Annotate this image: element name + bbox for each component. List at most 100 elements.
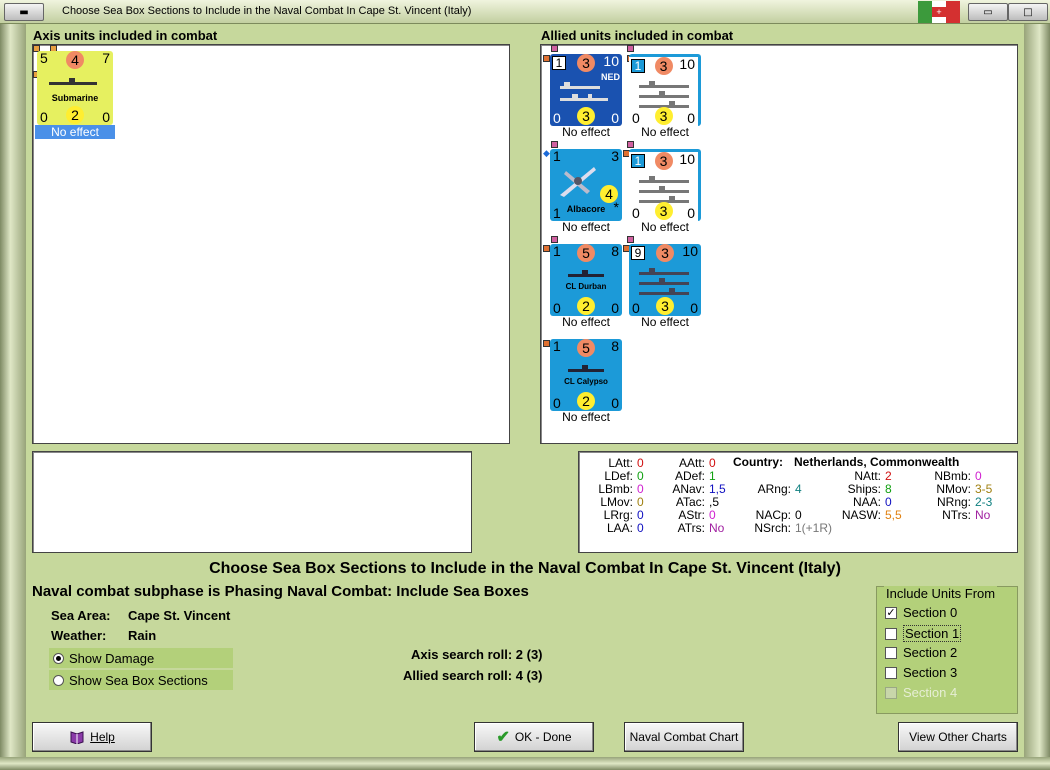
ok-done-button[interactable]: ✔ OK - Done bbox=[474, 722, 594, 752]
stat-country: Netherlands, Commonwealth bbox=[794, 455, 960, 469]
italy-flag-icon: + bbox=[918, 1, 960, 23]
ships-icon bbox=[639, 268, 689, 295]
stat-nmov: 3-5 bbox=[975, 482, 993, 496]
checkbox-checked-icon: ✓ bbox=[885, 606, 897, 619]
defense-circle: 5 bbox=[577, 244, 595, 262]
window-title: Choose Sea Box Sections to Include in th… bbox=[62, 5, 472, 17]
stat-aatt-label: AAtt: bbox=[678, 456, 705, 470]
section-label: Section 3 bbox=[903, 665, 958, 680]
movement-value: 10 bbox=[603, 53, 619, 69]
allied-unit-counter[interactable]: 1 3 10 0 3 0 bbox=[629, 149, 701, 221]
attack-value: 1 bbox=[631, 59, 645, 73]
frame-right bbox=[1024, 24, 1050, 760]
checkbox-icon bbox=[885, 627, 897, 640]
allied-unit-counter[interactable]: 1 5 8 CL Durban 0 2 0 bbox=[550, 243, 622, 316]
section-1-checkbox[interactable]: Section 1 bbox=[885, 625, 962, 642]
stat-nrng-label: NRng: bbox=[936, 495, 971, 509]
stat-atac: ,5 bbox=[709, 495, 720, 509]
stat-naa: 0 bbox=[885, 495, 892, 509]
attack-value: 9 bbox=[631, 246, 645, 260]
frame-bottom bbox=[0, 757, 1050, 770]
allied-unit-counter[interactable]: 1 3 10 NED 0 3 0 bbox=[550, 53, 622, 126]
axis-units-pane[interactable]: 5 4 7 Submarine 0 2 0 No effect bbox=[32, 44, 510, 444]
aa-value: 0 bbox=[553, 110, 561, 126]
unit-marker bbox=[551, 45, 558, 52]
frame-left bbox=[0, 24, 26, 760]
allied-unit-counter[interactable]: 9 3 10 0 3 0 bbox=[629, 243, 701, 316]
axis-unit-counter[interactable]: 5 4 7 Submarine 0 2 0 bbox=[37, 50, 113, 125]
aa-value: 0 bbox=[40, 109, 48, 125]
maximize-button[interactable]: □ bbox=[1008, 3, 1048, 21]
unit-marker bbox=[551, 141, 558, 148]
asw-circle: 3 bbox=[654, 202, 673, 220]
show-damage-radio[interactable]: Show Damage bbox=[49, 648, 233, 668]
stat-nmov-label: NMov: bbox=[936, 482, 971, 496]
show-sections-radio[interactable]: Show Sea Box Sections bbox=[49, 670, 233, 690]
stat-naa-label: NAA: bbox=[852, 495, 881, 509]
asw-circle: 3 bbox=[654, 107, 673, 125]
stat-nacp: 0 bbox=[795, 508, 802, 522]
allied-unit-counter[interactable]: 1 5 8 CL Calypso 0 2 0 bbox=[550, 338, 622, 411]
asw-circle: 3 bbox=[656, 297, 674, 315]
cruiser-icon bbox=[568, 270, 604, 277]
allied-units-pane[interactable]: 1 3 10 NED 0 3 0 No effect 1 3 10 0 3 0 … bbox=[540, 44, 1018, 444]
stat-anav: 1,5 bbox=[709, 482, 726, 496]
movement-value: 10 bbox=[682, 243, 698, 259]
attack-value: 1 bbox=[553, 338, 561, 354]
aa-value: 0 bbox=[632, 300, 640, 316]
range-value: 0 bbox=[611, 110, 619, 126]
unit-marker bbox=[627, 45, 634, 52]
range-value: 0 bbox=[102, 109, 110, 125]
include-units-group: Include Units From ✓ Section 0 Section 1 … bbox=[876, 586, 1018, 714]
movement-value: 8 bbox=[611, 338, 619, 354]
radio-selected-icon bbox=[53, 652, 64, 664]
view-other-charts-button[interactable]: View Other Charts bbox=[898, 722, 1018, 752]
air-marker-icon: ◆ bbox=[543, 148, 550, 158]
help-button[interactable]: Help bbox=[32, 722, 152, 752]
unit-effect-label: No effect bbox=[641, 125, 689, 139]
section-0-checkbox[interactable]: ✓ Section 0 bbox=[885, 605, 957, 620]
attack-value: 1 bbox=[631, 154, 645, 168]
aircraft-icon bbox=[560, 167, 596, 197]
defense-circle: 3 bbox=[654, 57, 673, 75]
range-value: 0 bbox=[690, 300, 698, 316]
naval-combat-chart-button[interactable]: Naval Combat Chart bbox=[624, 722, 744, 752]
unit-name: CL Calypso bbox=[564, 377, 608, 386]
other-charts-label: View Other Charts bbox=[909, 730, 1007, 744]
defense-circle: 5 bbox=[577, 339, 595, 357]
stat-lrrg: 0 bbox=[637, 508, 644, 522]
section-2-checkbox[interactable]: Section 2 bbox=[885, 645, 957, 660]
unit-effect-label: No effect bbox=[641, 315, 689, 329]
asw-circle: 2 bbox=[577, 297, 595, 315]
show-damage-label: Show Damage bbox=[69, 650, 155, 666]
unit-effect-label: No effect bbox=[641, 220, 689, 234]
minimize-icon: ▬ bbox=[19, 6, 29, 18]
stat-atrs: No bbox=[709, 521, 725, 535]
checkbox-icon bbox=[885, 666, 897, 679]
system-menu-button[interactable]: ▬ bbox=[4, 3, 44, 21]
allied-panel-header: Allied units included in combat bbox=[541, 28, 734, 43]
unit-marker bbox=[551, 236, 558, 243]
unit-marker bbox=[627, 141, 634, 148]
allied-unit-counter[interactable]: 1 3 4 Albacore 1 * bbox=[550, 148, 622, 221]
unit-marker bbox=[627, 236, 634, 243]
section-3-checkbox[interactable]: Section 3 bbox=[885, 665, 957, 680]
defense-circle: 3 bbox=[654, 152, 673, 170]
unit-effect-label: No effect bbox=[562, 220, 610, 234]
section-label: Section 4 bbox=[903, 685, 958, 700]
stat-nacp-label: NACp: bbox=[755, 508, 791, 522]
aa-value: 0 bbox=[553, 395, 561, 411]
allied-search-roll: Allied search roll: 4 (3) bbox=[403, 668, 543, 683]
stat-astr: 0 bbox=[709, 508, 716, 522]
allied-unit-counter[interactable]: 1 3 10 0 3 0 bbox=[629, 54, 701, 126]
section-label: Section 0 bbox=[903, 605, 958, 620]
submarine-icon bbox=[49, 78, 97, 85]
unit-marker bbox=[543, 55, 550, 62]
stat-latt-label: LAtt: bbox=[608, 456, 633, 470]
restore-button[interactable]: ▭ bbox=[968, 3, 1008, 21]
ships-icon bbox=[639, 81, 689, 108]
stat-adef-label: ADef: bbox=[674, 469, 705, 483]
ships-icon bbox=[639, 176, 689, 203]
defense-circle: 3 bbox=[656, 244, 674, 262]
restore-icon: ▭ bbox=[983, 6, 993, 18]
